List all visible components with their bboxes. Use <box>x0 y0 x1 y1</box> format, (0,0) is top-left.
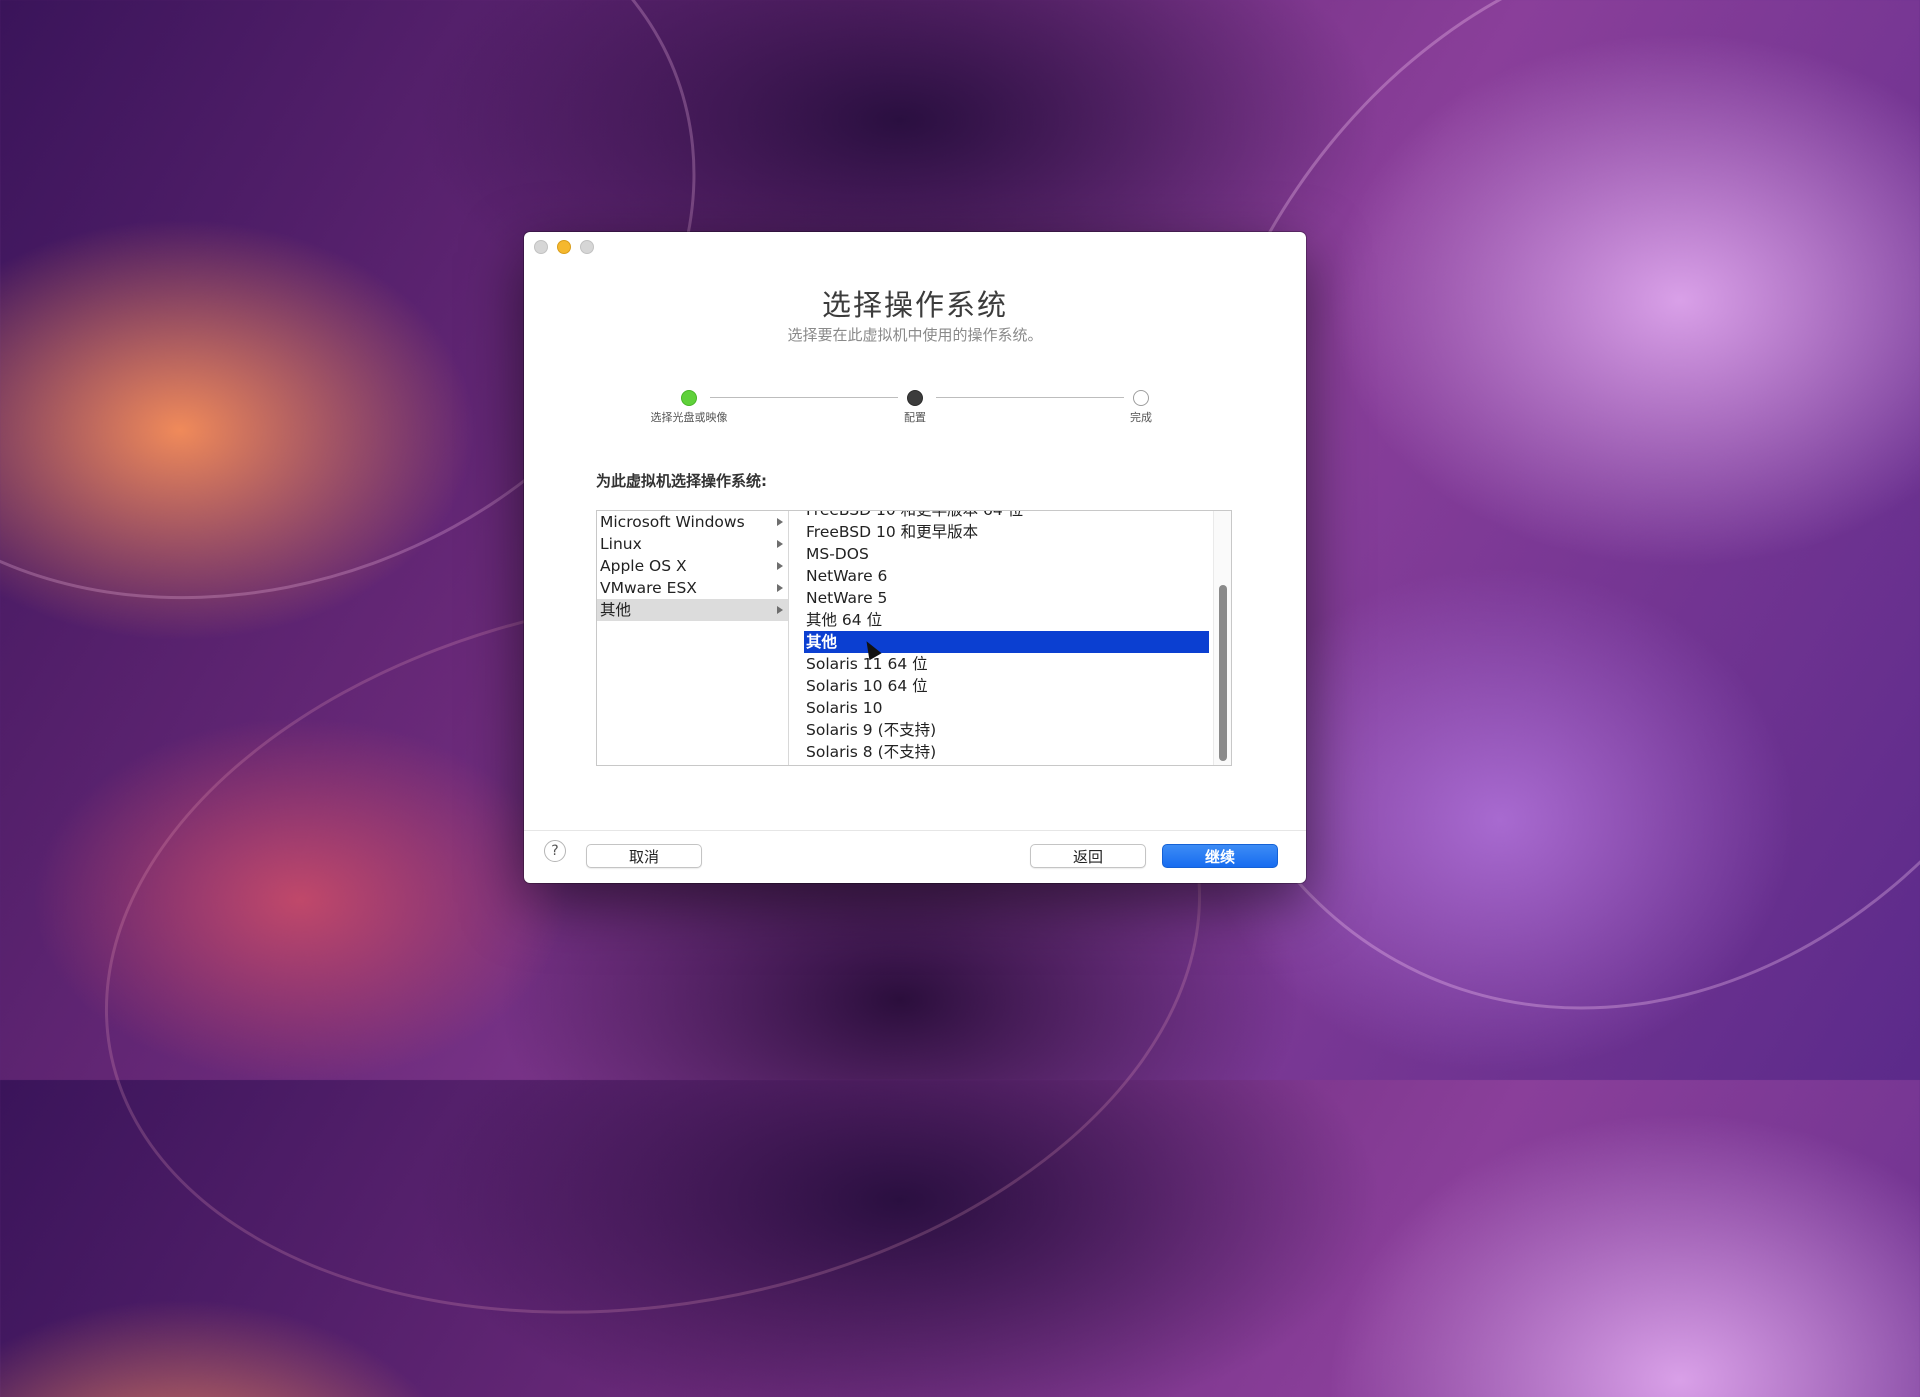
new-vm-assistant-window: 选择操作系统 选择要在此虚拟机中使用的操作系统。 选择光盘或映像 配置 完成 为… <box>524 232 1306 883</box>
close-window-button[interactable] <box>534 240 548 254</box>
step-label-finish: 完成 <box>1130 411 1152 424</box>
os-version-item[interactable]: FreeBSD 10 和更早版本 <box>789 521 1209 543</box>
os-version-item[interactable]: Solaris 10 <box>789 697 1209 719</box>
disclosure-arrow-icon <box>777 584 783 592</box>
step-indicator-current <box>907 390 923 406</box>
os-version-column: FreeBSD 10 和更早版本 64 位 FreeBSD 10 和更早版本 M… <box>789 511 1231 765</box>
minimize-window-button[interactable] <box>557 240 571 254</box>
category-label: Microsoft Windows <box>600 513 745 531</box>
step-connector <box>710 397 898 398</box>
category-label: Apple OS X <box>600 557 687 575</box>
category-item[interactable]: Linux <box>597 533 788 555</box>
disclosure-arrow-icon <box>777 562 783 570</box>
category-label: Linux <box>600 535 642 553</box>
os-version-item[interactable]: Solaris 8 (不支持) <box>789 741 1209 763</box>
step-indicator-todo <box>1133 390 1149 406</box>
os-version-item[interactable]: Solaris 9 (不支持) <box>789 719 1209 741</box>
os-version-item[interactable]: MS-DOS <box>789 543 1209 565</box>
os-version-item[interactable]: Solaris 10 64 位 <box>789 675 1209 697</box>
category-item[interactable]: Microsoft Windows <box>597 511 788 533</box>
category-label: VMware ESX <box>600 579 697 597</box>
os-version-item[interactable]: NetWare 5 <box>789 587 1209 609</box>
os-version-item[interactable]: 其他 64 位 <box>789 609 1209 631</box>
zoom-window-button[interactable] <box>580 240 594 254</box>
scrollbar[interactable] <box>1213 511 1231 765</box>
category-item-selected[interactable]: 其他 <box>597 599 788 621</box>
os-version-list: FreeBSD 10 和更早版本 64 位 FreeBSD 10 和更早版本 M… <box>789 511 1209 763</box>
os-category-column: Microsoft Windows Linux Apple OS X VMwar… <box>597 511 789 765</box>
os-version-item[interactable]: Solaris 11 64 位 <box>789 653 1209 675</box>
scrollbar-thumb[interactable] <box>1219 585 1227 761</box>
page-subtitle: 选择要在此虚拟机中使用的操作系统。 <box>787 326 1043 344</box>
os-version-item[interactable]: FreeBSD 10 和更早版本 64 位 <box>789 511 1209 521</box>
page-title: 选择操作系统 <box>821 288 1008 322</box>
step-connector <box>936 397 1124 398</box>
os-version-item[interactable]: NetWare 6 <box>789 565 1209 587</box>
step-indicator-done <box>681 390 697 406</box>
step-label-select-disc: 选择光盘或映像 <box>650 411 728 424</box>
category-item[interactable]: VMware ESX <box>597 577 788 599</box>
window-controls <box>534 240 594 254</box>
os-select-prompt: 为此虚拟机选择操作系统: <box>596 472 767 490</box>
disclosure-arrow-icon <box>777 540 783 548</box>
help-button[interactable]: ? <box>544 840 566 862</box>
continue-button[interactable]: 继续 <box>1162 844 1278 868</box>
category-item[interactable]: Apple OS X <box>597 555 788 577</box>
disclosure-arrow-icon <box>777 518 783 526</box>
footer-divider <box>524 830 1306 831</box>
cancel-button[interactable]: 取消 <box>586 844 702 868</box>
step-label-configure: 配置 <box>904 411 926 424</box>
category-label: 其他 <box>600 601 632 619</box>
os-browser: Microsoft Windows Linux Apple OS X VMwar… <box>596 510 1232 766</box>
disclosure-arrow-icon <box>777 606 783 614</box>
back-button[interactable]: 返回 <box>1030 844 1146 868</box>
